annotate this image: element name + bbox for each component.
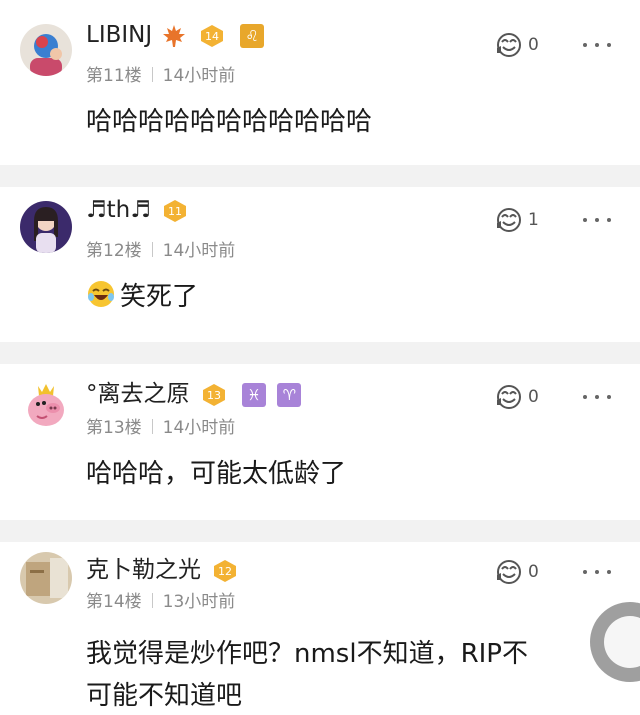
comment-floor-14: 克卜勒之光 12 第14楼 13小时前 我觉得是炒作吧？nmsl不知道，RIP不 … — [0, 542, 640, 715]
like-icon — [497, 385, 521, 409]
timestamp: 14小时前 — [162, 66, 236, 86]
like-icon — [497, 208, 521, 232]
more-icon[interactable] — [583, 392, 613, 402]
divider — [151, 593, 153, 608]
svg-text:14: 14 — [205, 30, 219, 43]
comment-text: 笑死了 — [86, 276, 198, 313]
floating-ring-button[interactable] — [580, 592, 640, 692]
comment-text: 哈哈哈，可能太低龄了 — [86, 459, 347, 489]
separator — [0, 165, 640, 187]
laugh-emoji-icon — [88, 281, 114, 307]
divider — [151, 242, 153, 257]
username[interactable]: 克卜勒之光 12 — [86, 550, 238, 584]
zodiac-sign-icon: ♌ — [240, 23, 265, 48]
username[interactable]: ♬th♬ 11 — [86, 197, 188, 224]
like-icon — [497, 33, 521, 57]
like-button[interactable]: 1 — [494, 206, 539, 234]
comment-meta: 第12楼 14小时前 — [86, 236, 235, 261]
timestamp: 14小时前 — [162, 418, 236, 438]
level-badge-icon: 11 — [164, 199, 187, 222]
floor-number: 第12楼 — [86, 241, 142, 261]
divider — [151, 67, 153, 82]
floor-number: 第14楼 — [86, 592, 142, 612]
divider — [151, 419, 153, 434]
like-button[interactable]: 0 — [494, 31, 539, 59]
like-count: 0 — [528, 35, 539, 55]
svg-text:11: 11 — [168, 205, 182, 218]
avatar[interactable] — [20, 378, 72, 430]
like-icon — [497, 560, 521, 584]
floor-number: 第13楼 — [86, 418, 142, 438]
avatar[interactable] — [20, 201, 72, 253]
username[interactable]: LIBINJ 14 ♌ — [86, 22, 265, 49]
like-count: 0 — [528, 387, 539, 407]
timestamp: 13小时前 — [162, 592, 236, 612]
username[interactable]: °离去之原 13 ♓ ♈ — [86, 374, 302, 408]
zodiac-sign-icon: ♈ — [277, 382, 302, 407]
comment-meta: 第13楼 14小时前 — [86, 413, 235, 438]
level-badge-icon: 14 — [200, 24, 223, 47]
comment-text-line-1: 我觉得是炒作吧？nmsl不知道，RIP不 — [86, 639, 528, 669]
comment-floor-13: °离去之原 13 ♓ ♈ 第13楼 14小时前 哈哈哈，可能太低龄了 0 — [0, 364, 640, 520]
more-icon[interactable] — [583, 215, 613, 225]
comment-floor-12: ♬th♬ 11 第12楼 14小时前 笑死了 1 — [0, 187, 640, 342]
timestamp: 14小时前 — [162, 241, 236, 261]
like-count: 0 — [528, 562, 539, 582]
separator — [0, 520, 640, 542]
floor-number: 第11楼 — [86, 66, 142, 86]
like-count: 1 — [528, 210, 539, 230]
like-button[interactable]: 0 — [494, 558, 539, 586]
level-badge-icon: 13 — [202, 383, 225, 406]
more-icon[interactable] — [583, 567, 613, 577]
svg-text:12: 12 — [218, 565, 232, 578]
zodiac-sign-icon: ♓ — [242, 382, 267, 407]
svg-text:13: 13 — [207, 389, 221, 402]
comment-text: 哈哈哈哈哈哈哈哈哈哈哈 — [86, 107, 373, 137]
like-button[interactable]: 0 — [494, 383, 539, 411]
comment-floor-11: LIBINJ 14 ♌ 第11楼 14小时前 哈哈哈哈哈哈哈哈哈哈哈 0 — [0, 0, 640, 165]
more-icon[interactable] — [583, 40, 613, 50]
level-badge-icon: 12 — [214, 559, 237, 582]
separator — [0, 342, 640, 364]
avatar[interactable] — [20, 552, 72, 604]
avatar[interactable] — [20, 24, 72, 76]
maple-leaf-icon — [163, 24, 186, 47]
comment-meta: 第11楼 14小时前 — [86, 61, 235, 86]
comment-meta: 第14楼 13小时前 — [86, 587, 235, 612]
comment-text-line-2: 可能不知道吧 — [86, 681, 243, 711]
